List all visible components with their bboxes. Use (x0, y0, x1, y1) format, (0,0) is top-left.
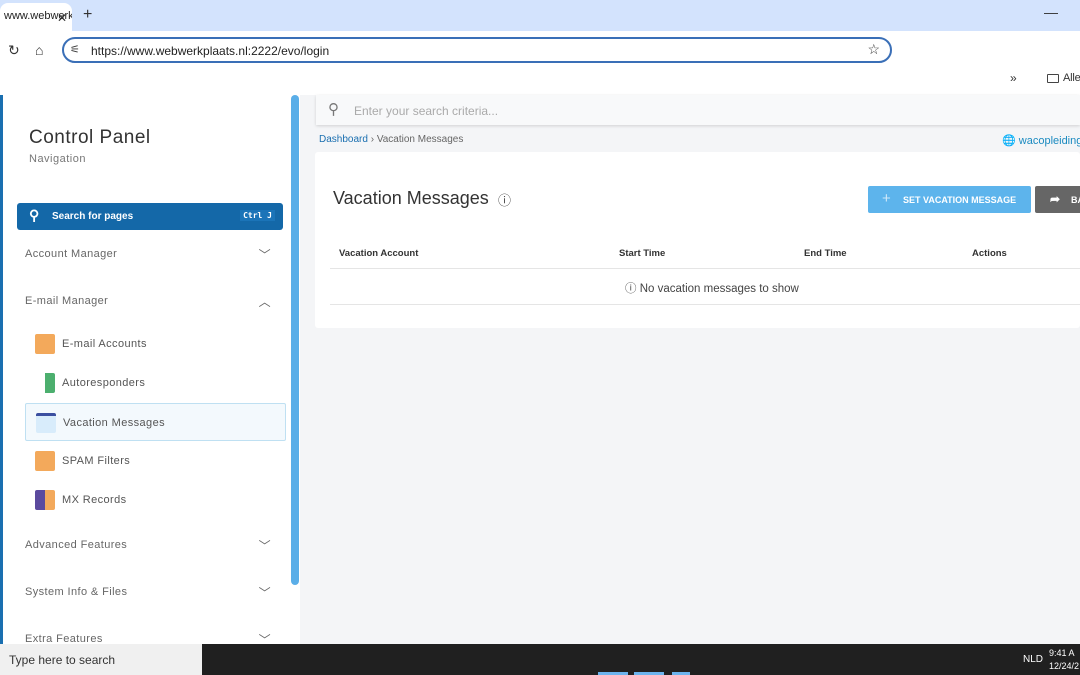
autoresponder-icon (35, 373, 55, 393)
chevron-down-icon: ﹀ (258, 586, 271, 600)
site-settings-icon[interactable]: ⚟ (70, 43, 80, 56)
language-indicator[interactable]: NLD (1023, 654, 1043, 665)
share-arrow-icon: ➦ (1050, 192, 1061, 206)
breadcrumb: Dashboard › Vacation Messages (319, 134, 464, 145)
search-pages-label: Search for pages (52, 211, 134, 222)
sidebar: Control Panel Navigation ⚲ Search for pa… (0, 95, 300, 647)
more-bookmarks-icon[interactable]: » (1010, 71, 1017, 85)
bookmark-star-icon[interactable]: ☆ (867, 41, 880, 58)
button-label: BA (1071, 195, 1080, 205)
page-title: Vacation Messages (333, 188, 489, 208)
main-search-bar[interactable]: ⚲ Enter your search criteria... (316, 95, 1080, 125)
envelope-icon (35, 334, 55, 354)
browser-tab-bar: www.webwerkplaats.nl✕ + — (0, 0, 1080, 31)
chevron-down-icon: ﹀ (258, 539, 271, 553)
new-tab-icon[interactable]: + (83, 6, 92, 24)
back-button[interactable]: ➦ BA (1035, 186, 1080, 213)
section-label: Advanced Features (25, 539, 128, 551)
section-account-manager[interactable]: Account Manager ﹀ (25, 248, 277, 262)
column-header[interactable]: Start Time (619, 248, 665, 259)
search-pages-button[interactable]: ⚲ Search for pages Ctrl J (17, 203, 283, 230)
mx-records-icon (35, 490, 55, 510)
empty-state: ⓘ No vacation messages to show (625, 280, 799, 296)
address-bar[interactable]: ⚟ https://www.webwerkplaats.nl:2222/evo/… (62, 37, 892, 63)
plus-icon: + (882, 190, 891, 207)
search-icon: ⚲ (328, 101, 339, 118)
section-label: Account Manager (25, 248, 118, 260)
sidebar-scrollbar[interactable] (291, 95, 299, 585)
date: 12/24/2 (1049, 661, 1080, 671)
sidebar-item-mx-records[interactable]: MX Records (25, 481, 286, 519)
sidebar-item-autoresponders[interactable]: Autoresponders (25, 364, 286, 402)
globe-icon: 🌐 (1002, 135, 1016, 147)
sidebar-item-vacation-messages[interactable]: Vacation Messages (25, 403, 286, 441)
sidebar-item-spam-filters[interactable]: SPAM Filters (25, 442, 286, 480)
domain-selector[interactable]: 🌐 wacopleiding (1002, 134, 1080, 147)
shortcut-hint: Ctrl J (240, 210, 275, 221)
domain-name: wacopleiding (1018, 135, 1080, 147)
bookmark-folder-label[interactable]: Alle (1063, 72, 1080, 84)
sidebar-item-email-accounts[interactable]: E-mail Accounts (25, 325, 286, 363)
close-tab-icon[interactable]: ✕ (57, 11, 67, 25)
folder-icon[interactable] (1047, 74, 1059, 83)
search-icon: ⚲ (29, 207, 40, 223)
browser-toolbar: ↻ ⌂ ⚟ https://www.webwerkplaats.nl:2222/… (0, 31, 1080, 95)
section-advanced-features[interactable]: Advanced Features ﹀ (25, 539, 277, 553)
item-label: MX Records (62, 494, 127, 506)
reload-icon[interactable]: ↻ (8, 42, 20, 59)
section-label: E-mail Manager (25, 295, 109, 307)
clock[interactable]: 9:41 A 12/24/2 (1049, 647, 1079, 673)
breadcrumb-current: Vacation Messages (376, 134, 464, 145)
sidebar-title: Control Panel (29, 127, 151, 148)
home-icon[interactable]: ⌂ (35, 42, 43, 58)
breadcrumb-dashboard[interactable]: Dashboard (319, 134, 368, 145)
section-email-manager[interactable]: E-mail Manager ︿ (25, 295, 277, 309)
item-label: E-mail Accounts (62, 338, 147, 350)
column-header[interactable]: Vacation Account (339, 248, 418, 259)
chevron-down-icon: ﹀ (258, 248, 271, 262)
taskbar-search[interactable]: Type here to search (0, 644, 202, 675)
set-vacation-message-button[interactable]: + SET VACATION MESSAGE (868, 186, 1031, 213)
item-label: SPAM Filters (62, 455, 131, 467)
item-label: Vacation Messages (63, 417, 165, 429)
section-system-info[interactable]: System Info & Files ﹀ (25, 586, 277, 600)
content-card: Vacation Messages ⓘ + SET VACATION MESSAG… (315, 152, 1080, 328)
info-icon: ⓘ (625, 283, 637, 295)
search-input[interactable]: Enter your search criteria... (354, 104, 498, 118)
help-icon[interactable]: ⓘ (498, 190, 511, 209)
section-label: System Info & Files (25, 586, 128, 598)
minimize-icon[interactable]: — (1044, 4, 1058, 20)
item-label: Autoresponders (62, 377, 146, 389)
column-header: Actions (972, 248, 1007, 259)
taskbar-search-placeholder: Type here to search (9, 653, 116, 667)
chevron-up-icon: ︿ (258, 295, 271, 309)
column-header[interactable]: End Time (804, 248, 847, 259)
taskbar: Type here to search NLD 9:41 A 12/24/2 (0, 644, 1080, 675)
spam-filter-icon (35, 451, 55, 471)
time: 9:41 A (1049, 648, 1075, 658)
sidebar-subtitle: Navigation (29, 153, 86, 165)
vacation-icon (36, 413, 56, 433)
divider (330, 304, 1080, 305)
url-text[interactable]: https://www.webwerkplaats.nl:2222/evo/lo… (91, 44, 329, 58)
divider (330, 268, 1080, 269)
browser-tab[interactable]: www.webwerkplaats.nl✕ (0, 3, 72, 31)
button-label: SET VACATION MESSAGE (903, 195, 1017, 205)
empty-text: No vacation messages to show (639, 283, 799, 295)
